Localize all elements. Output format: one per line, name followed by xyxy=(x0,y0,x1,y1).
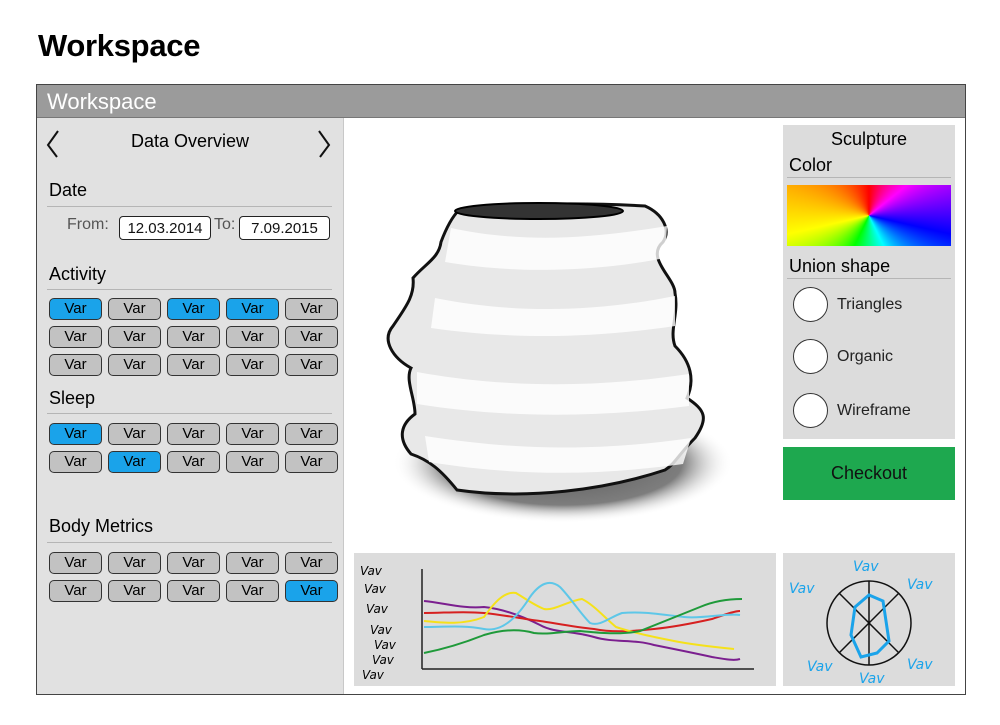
y-tick-label: Vav xyxy=(366,602,389,616)
color-picker[interactable] xyxy=(787,185,951,246)
checkout-button[interactable]: Checkout xyxy=(783,447,955,500)
body-metrics-label: Body Metrics xyxy=(49,516,154,536)
var-toggle-button[interactable]: Var xyxy=(49,298,102,320)
date-label: Date xyxy=(49,180,88,200)
var-toggle-button[interactable]: Var xyxy=(226,354,279,376)
data-overview-panel: Data Overview Date From: To: Activity Va… xyxy=(37,118,344,694)
var-toggle-button[interactable]: Var xyxy=(49,354,102,376)
date-divider xyxy=(47,206,332,207)
radar-label: Vav xyxy=(789,581,815,597)
var-toggle-button[interactable]: Var xyxy=(226,580,279,602)
sculpture-panel: Sculpture Color Union shape Triangles Or… xyxy=(783,125,955,439)
y-tick-label: Vav xyxy=(362,668,385,682)
var-toggle-button[interactable]: Var xyxy=(226,326,279,348)
sculpture-canvas[interactable] xyxy=(345,118,777,543)
page-title: Workspace xyxy=(38,28,201,63)
var-toggle-button[interactable]: Var xyxy=(285,423,338,445)
activity-label: Activity xyxy=(49,264,107,284)
var-toggle-button[interactable]: Var xyxy=(226,552,279,574)
y-tick-label: Vav xyxy=(370,623,393,637)
from-date-input[interactable] xyxy=(119,216,211,240)
var-toggle-button[interactable]: Var xyxy=(285,451,338,473)
var-toggle-button[interactable]: Var xyxy=(108,326,161,348)
union-shape-label: Union shape xyxy=(789,256,891,276)
var-toggle-button[interactable]: Var xyxy=(226,451,279,473)
var-toggle-button[interactable]: Var xyxy=(167,552,220,574)
option-label: Wireframe xyxy=(837,402,911,419)
var-toggle-button[interactable]: Var xyxy=(285,298,338,320)
option-wireframe[interactable]: Wireframe xyxy=(793,393,953,429)
radio-button[interactable] xyxy=(793,339,828,374)
var-toggle-button[interactable]: Var xyxy=(226,423,279,445)
var-toggle-button[interactable]: Var xyxy=(285,552,338,574)
radio-button[interactable] xyxy=(793,287,828,322)
var-toggle-button[interactable]: Var xyxy=(167,354,220,376)
y-tick-label: Vav xyxy=(364,582,387,596)
var-toggle-button[interactable]: Var xyxy=(108,423,161,445)
window-title: Workspace xyxy=(47,89,157,114)
var-toggle-button[interactable]: Var xyxy=(49,451,102,473)
activity-var-grid: Var Var Var Var Var Var Var Var Var Var Var Var Var V… xyxy=(49,298,338,376)
y-tick-label: Vav xyxy=(374,638,397,652)
radar-label: Vav xyxy=(907,657,933,673)
activity-divider xyxy=(47,289,332,290)
radio-button[interactable] xyxy=(793,393,828,428)
var-toggle-button[interactable]: Var xyxy=(108,298,161,320)
option-label: Organic xyxy=(837,348,894,365)
color-label: Color xyxy=(789,155,833,175)
option-label: Triangles xyxy=(837,296,903,313)
to-date-input[interactable] xyxy=(239,216,330,240)
sculpture-top-opening xyxy=(454,202,624,220)
y-tick-label: Vav xyxy=(372,653,395,667)
radar-label: Vav xyxy=(859,671,885,686)
var-toggle-button[interactable]: Var xyxy=(49,423,102,445)
var-toggle-button[interactable]: Var xyxy=(167,326,220,348)
sculpture-title: Sculpture xyxy=(830,129,908,149)
body-metrics-var-grid: Var Var Var Var Var Var Var Var Var Var xyxy=(49,552,338,602)
workspace-window: Workspace Data Overview Date From: To: A… xyxy=(36,84,966,695)
chevron-right-icon[interactable] xyxy=(313,128,335,160)
var-toggle-button[interactable]: Var xyxy=(49,580,102,602)
to-label: To: xyxy=(214,216,236,233)
chart-ylabels: Vav Vav Vav Vav Vav Vav Vav xyxy=(360,564,397,682)
radar-label: Vav xyxy=(807,659,833,675)
option-triangles[interactable]: Triangles xyxy=(793,287,953,323)
var-toggle-button[interactable]: Var xyxy=(49,552,102,574)
radar-chart: Vav Vav Vav Vav Vav Vav xyxy=(783,553,955,686)
var-toggle-button[interactable]: Var xyxy=(49,326,102,348)
var-toggle-button[interactable]: Var xyxy=(108,580,161,602)
data-overview-title: Data Overview xyxy=(130,131,250,151)
var-toggle-button[interactable]: Var xyxy=(167,423,220,445)
union-divider xyxy=(787,278,951,279)
var-toggle-button[interactable]: Var xyxy=(285,326,338,348)
var-toggle-button[interactable]: Var xyxy=(108,451,161,473)
var-toggle-button[interactable]: Var xyxy=(108,354,161,376)
line-chart: Vav Vav Vav Vav Vav Vav Vav xyxy=(354,553,776,686)
radar-shape xyxy=(849,593,891,659)
var-toggle-button[interactable]: Var xyxy=(285,580,338,602)
sleep-divider xyxy=(47,413,332,414)
window-titlebar: Workspace xyxy=(37,85,965,118)
var-toggle-button[interactable]: Var xyxy=(226,298,279,320)
sleep-var-grid: Var Var Var Var Var Var Var Var Var Var xyxy=(49,423,338,473)
var-toggle-button[interactable]: Var xyxy=(167,298,220,320)
y-tick-label: Vav xyxy=(360,564,383,578)
var-toggle-button[interactable]: Var xyxy=(167,580,220,602)
option-organic[interactable]: Organic xyxy=(793,339,953,375)
sleep-label: Sleep xyxy=(49,388,96,408)
from-label: From: xyxy=(67,216,109,233)
var-toggle-button[interactable]: Var xyxy=(108,552,161,574)
var-toggle-button[interactable]: Var xyxy=(167,451,220,473)
radar-label: Vav xyxy=(853,559,879,575)
body-metrics-divider xyxy=(47,542,332,543)
radar-label: Vav xyxy=(907,577,933,593)
color-divider xyxy=(787,177,951,178)
var-toggle-button[interactable]: Var xyxy=(285,354,338,376)
